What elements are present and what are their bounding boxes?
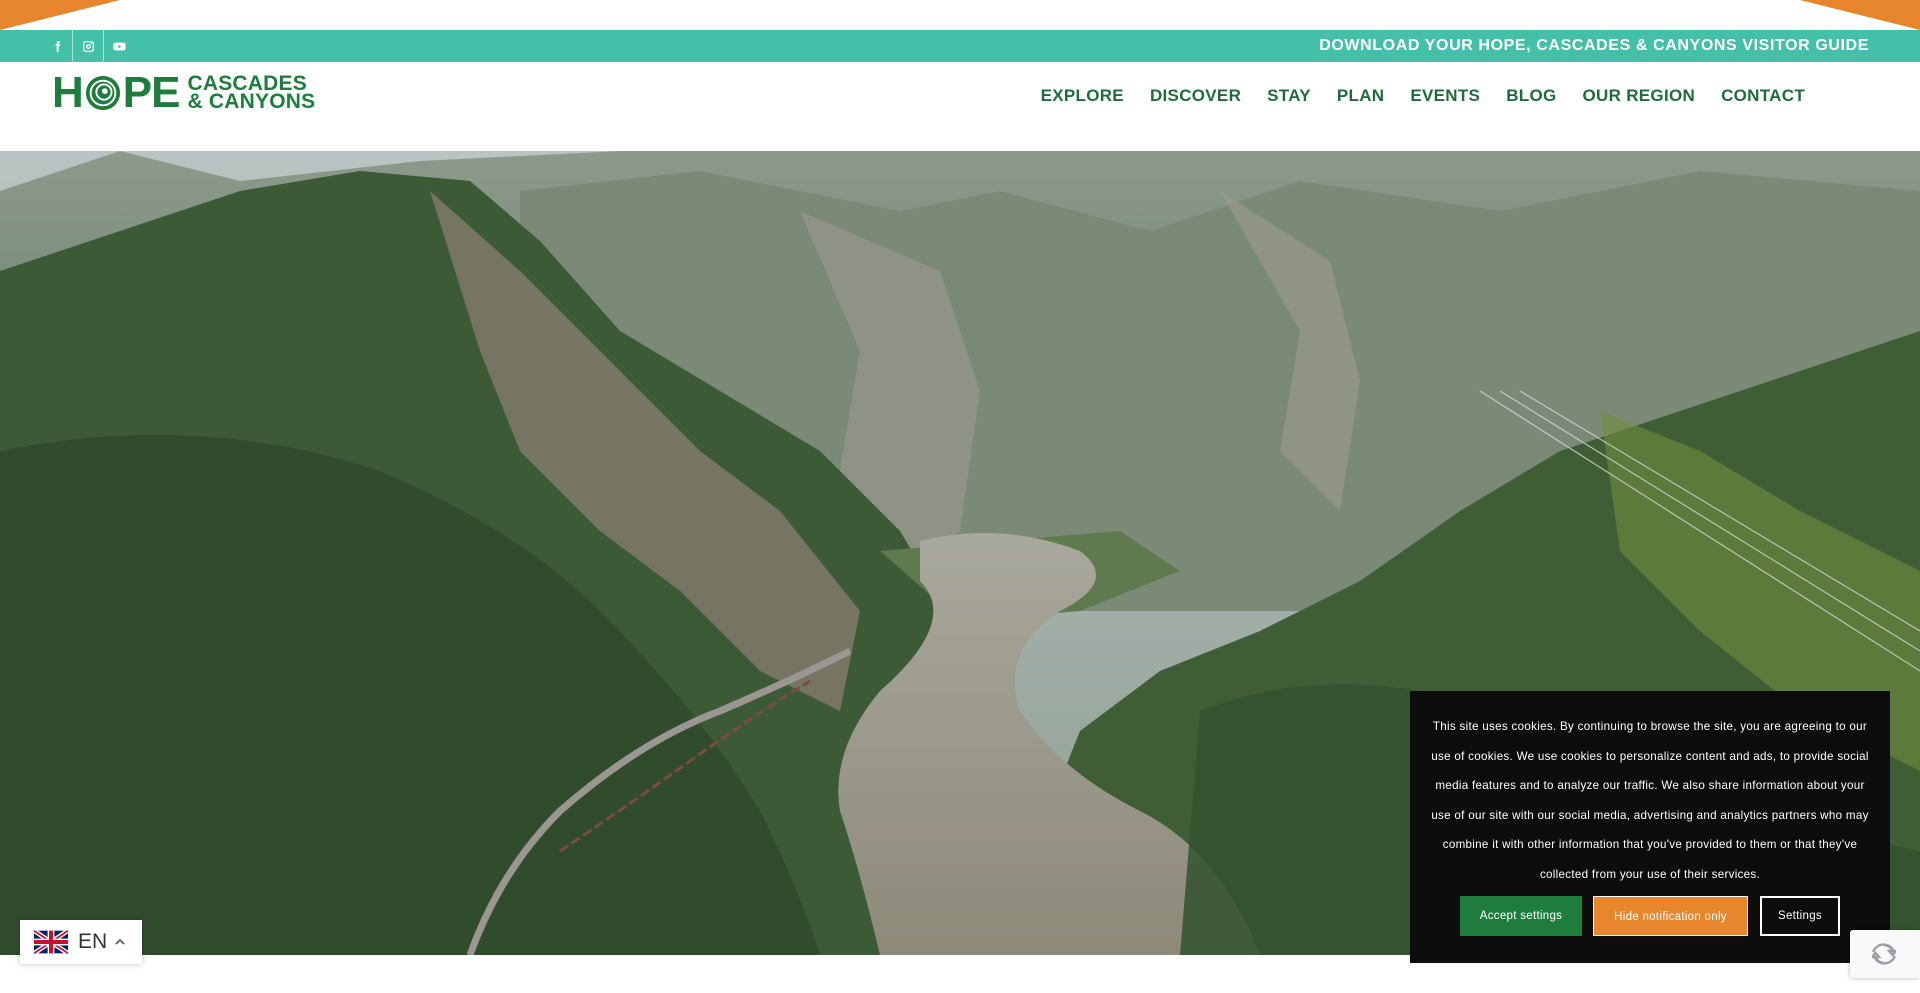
nav-our-region[interactable]: OUR REGION [1583, 86, 1696, 106]
logo-letter-h: H [52, 68, 84, 117]
nav-events[interactable]: EVENTS [1410, 86, 1480, 106]
orange-corner-left [0, 0, 120, 30]
social-links [42, 30, 135, 62]
nav-discover[interactable]: DISCOVER [1150, 86, 1241, 106]
youtube-link[interactable] [104, 30, 135, 62]
facebook-link[interactable] [42, 30, 73, 62]
youtube-icon [113, 41, 126, 51]
main-nav: EXPLORE DISCOVER STAY PLAN EVENTS BLOG O… [1015, 86, 1805, 106]
uk-flag-icon [34, 930, 68, 954]
hide-notification-button[interactable]: Hide notification only [1593, 896, 1748, 936]
chevron-up-icon [115, 938, 125, 945]
tree-ring-icon [85, 75, 120, 111]
instagram-icon [82, 40, 94, 52]
top-decoration [0, 0, 1920, 30]
logo-letters-pe: PE [122, 68, 181, 117]
nav-explore[interactable]: EXPLORE [1041, 86, 1124, 106]
nav-plan[interactable]: PLAN [1337, 86, 1384, 106]
logo-wordmark: H PE [52, 68, 181, 117]
recaptcha-icon [1872, 943, 1896, 965]
instagram-link[interactable] [73, 30, 104, 62]
accept-settings-button[interactable]: Accept settings [1460, 896, 1582, 936]
language-code: EN [78, 930, 108, 953]
facebook-icon [55, 40, 60, 52]
cookie-actions: Accept settings Hide notification only S… [1410, 896, 1890, 936]
logo-subtitle: CASCADES & CANYONS [187, 73, 316, 113]
cookie-banner: This site uses cookies. By continuing to… [1410, 691, 1890, 963]
recaptcha-badge[interactable] [1850, 930, 1920, 978]
site-header: H PE CASCADES & CANYONS EXPLORE DISCOVER… [0, 62, 1920, 151]
orange-corner-right [1800, 0, 1920, 30]
site-logo[interactable]: H PE CASCADES & CANYONS [52, 68, 316, 117]
logo-line-2: & CANYONS [187, 90, 316, 113]
visitor-guide-link[interactable]: DOWNLOAD YOUR HOPE, CASCADES & CANYONS V… [1319, 30, 1869, 62]
language-switcher[interactable]: EN [20, 920, 142, 964]
cookie-settings-button[interactable]: Settings [1760, 896, 1840, 936]
nav-contact[interactable]: CONTACT [1721, 86, 1805, 106]
top-bar: DOWNLOAD YOUR HOPE, CASCADES & CANYONS V… [0, 30, 1920, 62]
nav-blog[interactable]: BLOG [1506, 86, 1556, 106]
cookie-message: This site uses cookies. By continuing to… [1431, 720, 1869, 881]
nav-stay[interactable]: STAY [1267, 86, 1311, 106]
